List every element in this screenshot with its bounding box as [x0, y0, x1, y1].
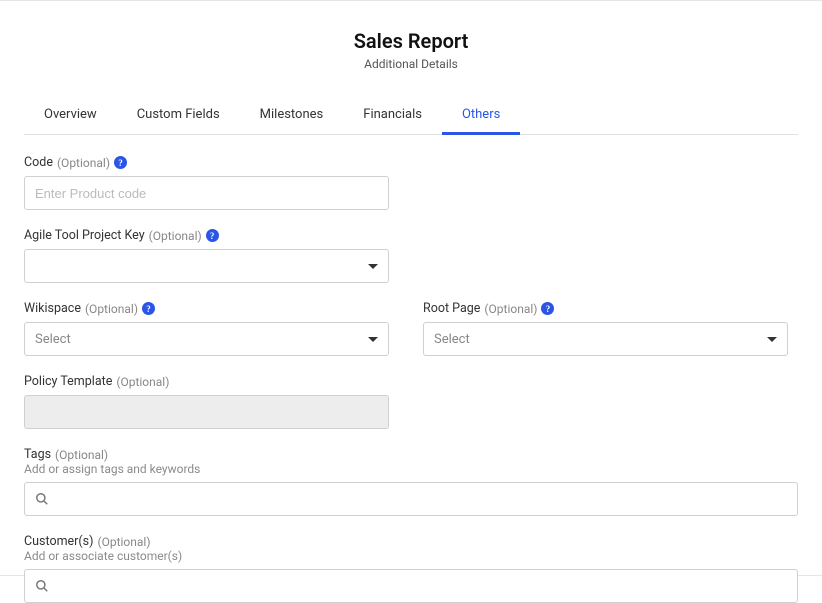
policy-template-label: Policy Template [24, 374, 112, 389]
customers-optional: (Optional) [97, 535, 150, 549]
root-page-select[interactable]: Select [423, 322, 788, 356]
tab-bar: Overview Custom Fields Milestones Financ… [24, 97, 798, 135]
code-input[interactable] [24, 176, 389, 210]
chevron-down-icon [368, 337, 378, 342]
search-icon [35, 579, 49, 593]
agile-key-group: Agile Tool Project Key (Optional) ? [24, 228, 389, 283]
customers-label: Customer(s) [24, 534, 93, 549]
code-optional: (Optional) [57, 156, 110, 170]
agile-key-select[interactable] [24, 249, 389, 283]
tags-hint: Add or assign tags and keywords [24, 462, 798, 476]
page-subtitle: Additional Details [24, 57, 798, 71]
tags-optional: (Optional) [55, 448, 108, 462]
code-group: Code (Optional) ? [24, 155, 389, 210]
policy-template-input [24, 395, 389, 429]
policy-template-optional: (Optional) [116, 375, 169, 389]
wikispace-select[interactable]: Select [24, 322, 389, 356]
root-page-group: Root Page (Optional) ? Select [423, 301, 788, 356]
tags-group: Tags (Optional) Add or assign tags and k… [24, 447, 798, 516]
wikispace-label: Wikispace [24, 301, 81, 316]
agile-key-label: Agile Tool Project Key [24, 228, 145, 243]
agile-key-optional: (Optional) [149, 229, 202, 243]
root-page-optional: (Optional) [484, 302, 537, 316]
code-label: Code [24, 155, 53, 170]
tab-milestones[interactable]: Milestones [240, 97, 344, 135]
chevron-down-icon [368, 264, 378, 269]
search-icon [35, 492, 49, 506]
policy-template-group: Policy Template (Optional) [24, 374, 389, 429]
tags-input[interactable] [57, 483, 787, 515]
page-header: Sales Report Additional Details [24, 1, 798, 79]
tab-overview[interactable]: Overview [24, 97, 117, 135]
root-page-label: Root Page [423, 301, 480, 316]
tags-label: Tags [24, 447, 51, 462]
root-page-value: Select [434, 332, 470, 347]
tab-custom-fields[interactable]: Custom Fields [117, 97, 240, 135]
wikispace-value: Select [35, 332, 71, 347]
customers-input-wrap[interactable] [24, 569, 798, 603]
wikispace-optional: (Optional) [85, 302, 138, 316]
tab-others[interactable]: Others [442, 97, 520, 135]
page-title: Sales Report [24, 29, 798, 53]
wikispace-group: Wikispace (Optional) ? Select [24, 301, 389, 356]
tags-input-wrap[interactable] [24, 482, 798, 516]
customers-hint: Add or associate customer(s) [24, 549, 798, 563]
customers-group: Customer(s) (Optional) Add or associate … [24, 534, 798, 603]
form-body: Code (Optional) ? Agile Tool Project Key… [24, 135, 798, 603]
help-icon[interactable]: ? [114, 156, 127, 169]
tab-financials[interactable]: Financials [343, 97, 442, 135]
customers-input[interactable] [57, 570, 787, 602]
chevron-down-icon [767, 337, 777, 342]
help-icon[interactable]: ? [142, 302, 155, 315]
help-icon[interactable]: ? [206, 229, 219, 242]
help-icon[interactable]: ? [541, 302, 554, 315]
